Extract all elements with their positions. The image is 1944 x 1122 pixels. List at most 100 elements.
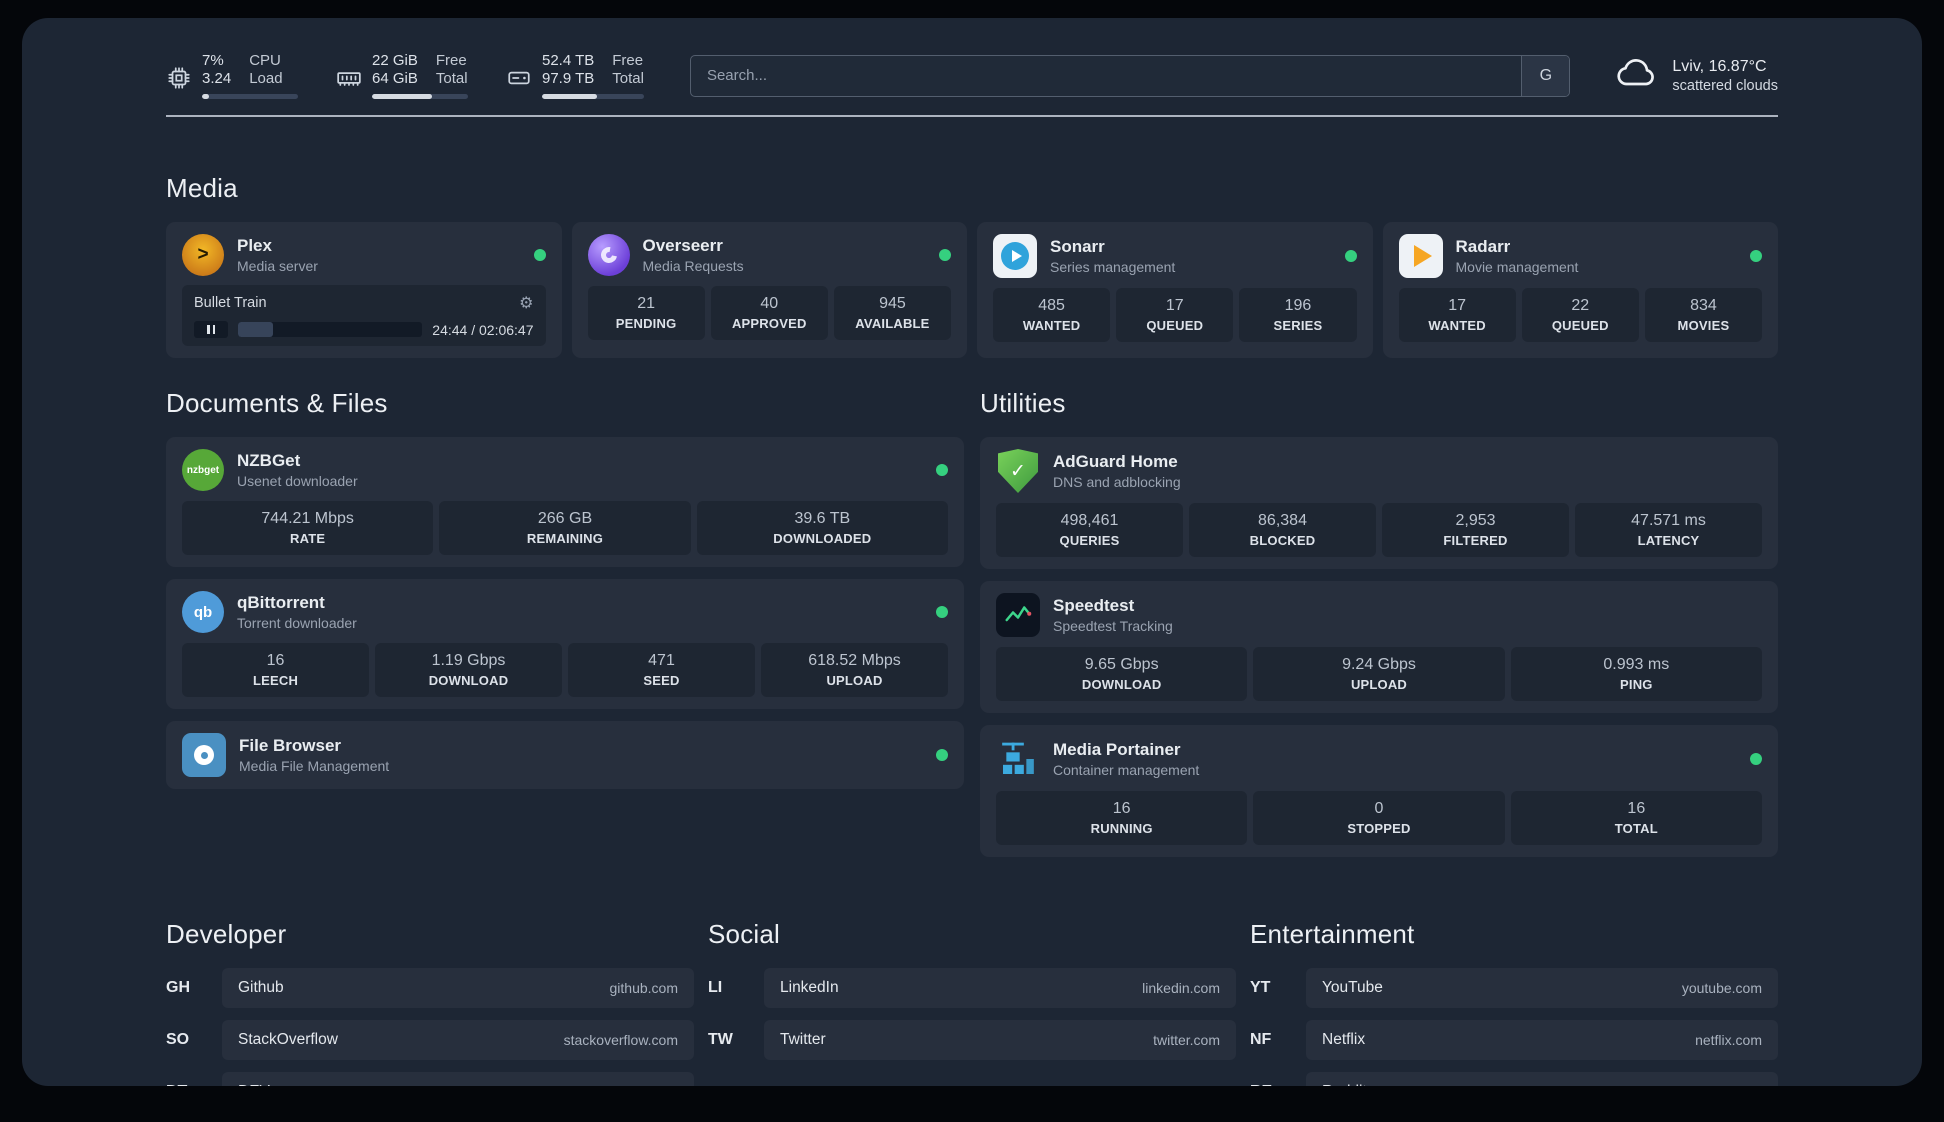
- stat-tile: 39.6 TB DOWNLOADED: [696, 501, 948, 555]
- bookmark-abbr: RE: [1250, 1083, 1306, 1086]
- stat-value: 498,461: [1060, 512, 1119, 529]
- sonarr-stats: 485 WANTED 17 QUEUED 196 SERIES: [993, 288, 1357, 342]
- stat-value: 47.571 ms: [1631, 512, 1706, 529]
- stat-tile: 0 STOPPED: [1253, 791, 1505, 845]
- service-name: Sonarr: [1050, 237, 1105, 256]
- service-name: File Browser: [239, 736, 342, 755]
- section-title-documents: Documents & Files: [166, 388, 388, 418]
- service-description: Container management: [1053, 762, 1200, 778]
- stat-label: UPLOAD: [1350, 677, 1408, 692]
- stat-tile: 498,461 QUERIES: [996, 503, 1183, 557]
- filebrowser-icon: [182, 733, 226, 777]
- qbittorrent-stats: 16 LEECH 1.19 Gbps DOWNLOAD 471 SEED 618…: [182, 643, 948, 697]
- disk-usage-bar: [542, 94, 644, 99]
- stat-tile: 9.24 Gbps UPLOAD: [1253, 647, 1505, 701]
- stat-value: 196: [1284, 297, 1312, 314]
- dashboard-panel: 7% 3.24 CPU Load 22 GiB 64 GiB Free Tota…: [22, 18, 1922, 1086]
- portainer-icon: [996, 737, 1040, 781]
- service-card-radarr[interactable]: Radarr Movie management 17 WANTED 22 QUE…: [1382, 222, 1778, 358]
- bookmark-stackoverflow[interactable]: StackOverflow stackoverflow.com: [222, 1020, 694, 1060]
- stat-value: 16: [266, 652, 285, 669]
- documents-column: Documents & Files nzbget NZBGet Usenet d…: [166, 388, 964, 789]
- service-card-qbittorrent[interactable]: qb qBittorrent Torrent downloader 16 LEE…: [166, 579, 964, 709]
- cpu-load-label: Load: [249, 70, 283, 87]
- stat-value: 16: [1112, 800, 1131, 817]
- stat-tile: 834 MOVIES: [1644, 288, 1763, 342]
- bookmark-reddit[interactable]: Reddit reddit.com: [1306, 1072, 1778, 1086]
- service-card-adguard[interactable]: ✓ AdGuard Home DNS and adblocking 498,46…: [980, 437, 1778, 569]
- search-provider-button[interactable]: G: [1521, 55, 1570, 96]
- bookmark-twitter[interactable]: Twitter twitter.com: [764, 1020, 1236, 1060]
- stat-label: QUEUED: [1551, 318, 1609, 333]
- plex-now-playing: Bullet Train ⚙ 24:44 / 02:06:47: [182, 285, 546, 346]
- service-card-plex[interactable]: > Plex Media server Bullet Train ⚙ 24:44…: [166, 222, 562, 358]
- bookmark-linkedin[interactable]: LinkedIn linkedin.com: [764, 968, 1236, 1008]
- bookmark-github[interactable]: Github github.com: [222, 968, 694, 1008]
- stat-value: 9.24 Gbps: [1342, 656, 1416, 673]
- bookmark-dev[interactable]: DEV dev.to: [222, 1072, 694, 1086]
- bookmark-name: YouTube: [1322, 979, 1383, 996]
- stat-tile: 16 TOTAL: [1510, 791, 1762, 845]
- section-title-utilities: Utilities: [980, 388, 1066, 418]
- service-card-filebrowser[interactable]: File Browser Media File Management: [166, 721, 964, 789]
- bookmark-row: LI LinkedIn linkedin.com: [708, 968, 1236, 1008]
- stat-value: 744.21 Mbps: [261, 510, 354, 527]
- media-grid: > Plex Media server Bullet Train ⚙ 24:44…: [166, 222, 1778, 358]
- weather-widget[interactable]: Lviv, 16.87°C scattered clouds: [1614, 55, 1778, 96]
- stat-tile: 744.21 Mbps RATE: [182, 501, 434, 555]
- adguard-header: ✓ AdGuard Home DNS and adblocking: [996, 449, 1762, 493]
- stat-tile: 945 AVAILABLE: [833, 286, 952, 340]
- gear-icon[interactable]: ⚙: [519, 293, 533, 313]
- service-card-nzbget[interactable]: nzbget NZBGet Usenet downloader 744.21 M…: [166, 437, 964, 567]
- stat-value: 22: [1571, 297, 1590, 314]
- stat-value: 2,953: [1455, 512, 1496, 529]
- pause-button[interactable]: [194, 321, 228, 338]
- middle-columns: Documents & Files nzbget NZBGet Usenet d…: [166, 388, 1778, 857]
- bookmark-abbr: YT: [1250, 979, 1271, 996]
- stat-value: 16: [1627, 800, 1646, 817]
- stat-value: 945: [879, 295, 906, 312]
- stat-value: 40: [760, 295, 779, 312]
- service-card-sonarr[interactable]: Sonarr Series management 485 WANTED 17 Q…: [977, 222, 1373, 358]
- stat-value: 21: [637, 295, 655, 312]
- search-bar: G: [689, 54, 1571, 97]
- search-input[interactable]: [689, 54, 1571, 97]
- service-description: Media Requests: [642, 258, 744, 274]
- seek-bar[interactable]: [238, 322, 423, 337]
- status-dot: [1750, 753, 1762, 765]
- weather-location: Lviv, 16.87°C: [1672, 57, 1767, 75]
- sonarr-icon: [993, 234, 1037, 278]
- status-dot: [936, 749, 948, 761]
- service-description: Usenet downloader: [237, 473, 358, 489]
- top-bar: 7% 3.24 CPU Load 22 GiB 64 GiB Free Tota…: [166, 52, 1778, 99]
- stat-label: DOWNLOAD: [428, 673, 509, 688]
- overseerr-header: Overseerr Media Requests: [587, 234, 951, 276]
- service-description: Torrent downloader: [237, 615, 357, 631]
- cpu-label: CPU: [249, 52, 281, 69]
- bookmark-netflix[interactable]: Netflix netflix.com: [1306, 1020, 1778, 1060]
- status-dot: [936, 606, 948, 618]
- disk-widget: 52.4 TB 97.9 TB Free Total: [506, 52, 644, 99]
- status-dot: [1344, 250, 1357, 262]
- stat-tile: 86,384 BLOCKED: [1189, 503, 1376, 557]
- bookmark-abbr: GH: [166, 979, 190, 996]
- stat-tile: 17 QUEUED: [1116, 288, 1234, 342]
- bookmark-youtube[interactable]: YouTube youtube.com: [1306, 968, 1778, 1008]
- stat-tile: 266 GB REMAINING: [439, 501, 691, 555]
- memory-free-value: 22 GiB: [372, 52, 418, 69]
- stat-value: 618.52 Mbps: [808, 652, 901, 669]
- adguard-icon: ✓: [996, 449, 1040, 493]
- bookmark-name: LinkedIn: [780, 979, 839, 996]
- stat-label: MOVIES: [1677, 318, 1730, 333]
- service-name: Media Portainer: [1053, 740, 1181, 759]
- section-title-entertainment: Entertainment: [1250, 919, 1415, 949]
- service-card-speedtest[interactable]: Speedtest Speedtest Tracking 9.65 Gbps D…: [980, 581, 1778, 713]
- service-card-portainer[interactable]: Media Portainer Container management 16 …: [980, 725, 1778, 857]
- bookmark-row: RE Reddit reddit.com: [1250, 1072, 1778, 1086]
- stat-value: 485: [1038, 297, 1065, 314]
- service-card-overseerr[interactable]: Overseerr Media Requests 21 PENDING 40 A…: [571, 222, 967, 358]
- bookmark-url: twitter.com: [1153, 1032, 1220, 1048]
- bookmark-name: Netflix: [1322, 1031, 1366, 1048]
- portainer-stats: 16 RUNNING 0 STOPPED 16 TOTAL: [996, 791, 1762, 845]
- status-dot: [939, 249, 951, 261]
